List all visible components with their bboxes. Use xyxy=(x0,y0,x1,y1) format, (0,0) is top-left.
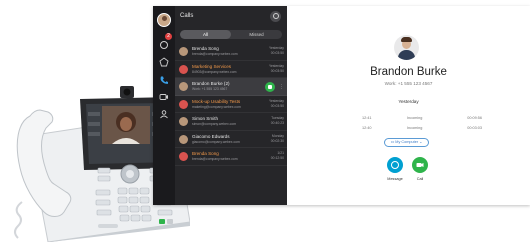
call-meta: Yesterday 00:03:50 xyxy=(269,46,284,56)
call-meta: Yesterday 00:03:50 xyxy=(269,99,284,109)
call-date: Yesterday xyxy=(269,98,284,103)
history-duration: 00:03:03 xyxy=(467,126,482,130)
user-avatar[interactable] xyxy=(157,13,171,27)
missed-call-icon xyxy=(179,64,188,74)
avatar xyxy=(179,117,188,126)
call-list-item[interactable]: Brenda Song brenda@company.webex.com 1/21 0… xyxy=(175,148,287,166)
call-list-item[interactable]: Marketing Services 84903@company.webex.co… xyxy=(175,61,287,78)
chat-icon xyxy=(391,161,399,169)
quick-call-button[interactable] xyxy=(265,82,275,92)
call-duration: 00:12:50 xyxy=(270,156,284,160)
more-options-icon[interactable]: ⋮ xyxy=(279,84,284,90)
missed-call-icon xyxy=(179,152,188,161)
message-label: Message xyxy=(387,177,403,181)
contact-detail-pane: Brandon Burke Work: +1 555 123 4567 Yest… xyxy=(287,6,530,205)
list-title: Calls xyxy=(180,13,194,19)
call-duration: 00:03:50 xyxy=(270,103,284,108)
call-duration: 00:02:30 xyxy=(270,138,284,143)
tab-missed[interactable]: Missed xyxy=(231,30,282,39)
contacts-icon xyxy=(160,110,168,119)
call-button[interactable] xyxy=(412,157,428,173)
call-rows: Brenda Song brenda@company.webex.com Yeste… xyxy=(175,43,287,166)
avatar xyxy=(179,47,188,56)
call-label: Call xyxy=(416,177,424,181)
call-list-item[interactable]: Giacomo Edwards giacomo@company.webex.com… xyxy=(175,131,287,148)
device-label: My Computer xyxy=(395,140,419,144)
video-call-icon xyxy=(416,163,424,167)
calls-nav-button[interactable] xyxy=(159,72,169,84)
message-button[interactable] xyxy=(387,157,403,173)
meetings-nav-button[interactable] xyxy=(159,89,169,100)
history-day-label: Yesterday xyxy=(398,99,419,104)
history-row: 12:40 Incoming 00:03:03 xyxy=(362,126,482,134)
unread-badge: 2 xyxy=(165,33,172,40)
video-icon xyxy=(159,94,168,100)
call-duration: 00:03:50 xyxy=(270,68,284,73)
call-meta: Tuesday 00:40:23 xyxy=(271,116,284,126)
missed-call-icon xyxy=(179,99,188,109)
history-type: Incoming xyxy=(407,126,423,130)
search-icon[interactable] xyxy=(270,10,281,22)
contacts-nav-button[interactable] xyxy=(159,106,169,119)
contact-work-number: Work: +1 555 123 4567 xyxy=(384,81,433,86)
history-time: 12:41 xyxy=(362,116,372,120)
call-history-list: Calls All Missed Brenda Song brenda@compa… xyxy=(175,6,287,205)
tab-all[interactable]: All xyxy=(180,30,231,39)
marketing-composite: 2 Calls All Missed Brenda Song brenda@co… xyxy=(0,0,530,242)
avatar xyxy=(179,82,188,91)
call-duration: 00:40:23 xyxy=(270,121,284,125)
history-time: 12:40 xyxy=(362,126,372,130)
phone-icon xyxy=(160,76,168,84)
call-list-item[interactable]: Mock-up Usability Tests maketing@company.… xyxy=(175,96,287,113)
teams-nav-button[interactable] xyxy=(159,54,169,67)
chevron-down-icon: ⌄ xyxy=(418,140,423,144)
history-row: 12:41 Incoming 00:09:56 xyxy=(362,116,482,124)
contact-name: Brandon Burke xyxy=(370,66,447,78)
history-duration: 00:09:56 xyxy=(467,116,482,120)
call-list-item[interactable]: Brandon Burke (2) Work: +1 555 123 4567 ⋮ xyxy=(175,78,287,96)
call-meta: Monday 00:02:30 xyxy=(271,134,284,144)
list-header: Calls xyxy=(175,6,287,26)
call-meta: 1/21 00:12:50 xyxy=(271,151,284,161)
call-date: Monday xyxy=(271,133,284,138)
calling-app-window: 2 Calls All Missed Brenda Song brenda@co… xyxy=(153,6,530,205)
navigation-rail: 2 xyxy=(153,6,175,205)
call-list-item[interactable]: Brenda Song brenda@company.webex.com Yeste… xyxy=(175,43,287,61)
chat-icon xyxy=(160,41,168,49)
call-list-item[interactable]: Simon Smith simon@company.webex.com Tuesda… xyxy=(175,113,287,131)
call-filter-tabs: All Missed xyxy=(180,30,282,39)
teams-icon xyxy=(159,57,169,67)
call-date: Yesterday xyxy=(269,63,284,68)
messages-nav-button[interactable]: 2 xyxy=(159,33,172,49)
call-meta: Yesterday 00:03:50 xyxy=(269,64,284,74)
device-selector[interactable]: ▭ My Computer ⌄ xyxy=(384,138,429,147)
history-type: Incoming xyxy=(407,116,423,120)
call-duration: 00:03:50 xyxy=(270,51,284,55)
avatar xyxy=(179,134,188,144)
contact-avatar xyxy=(394,35,419,60)
